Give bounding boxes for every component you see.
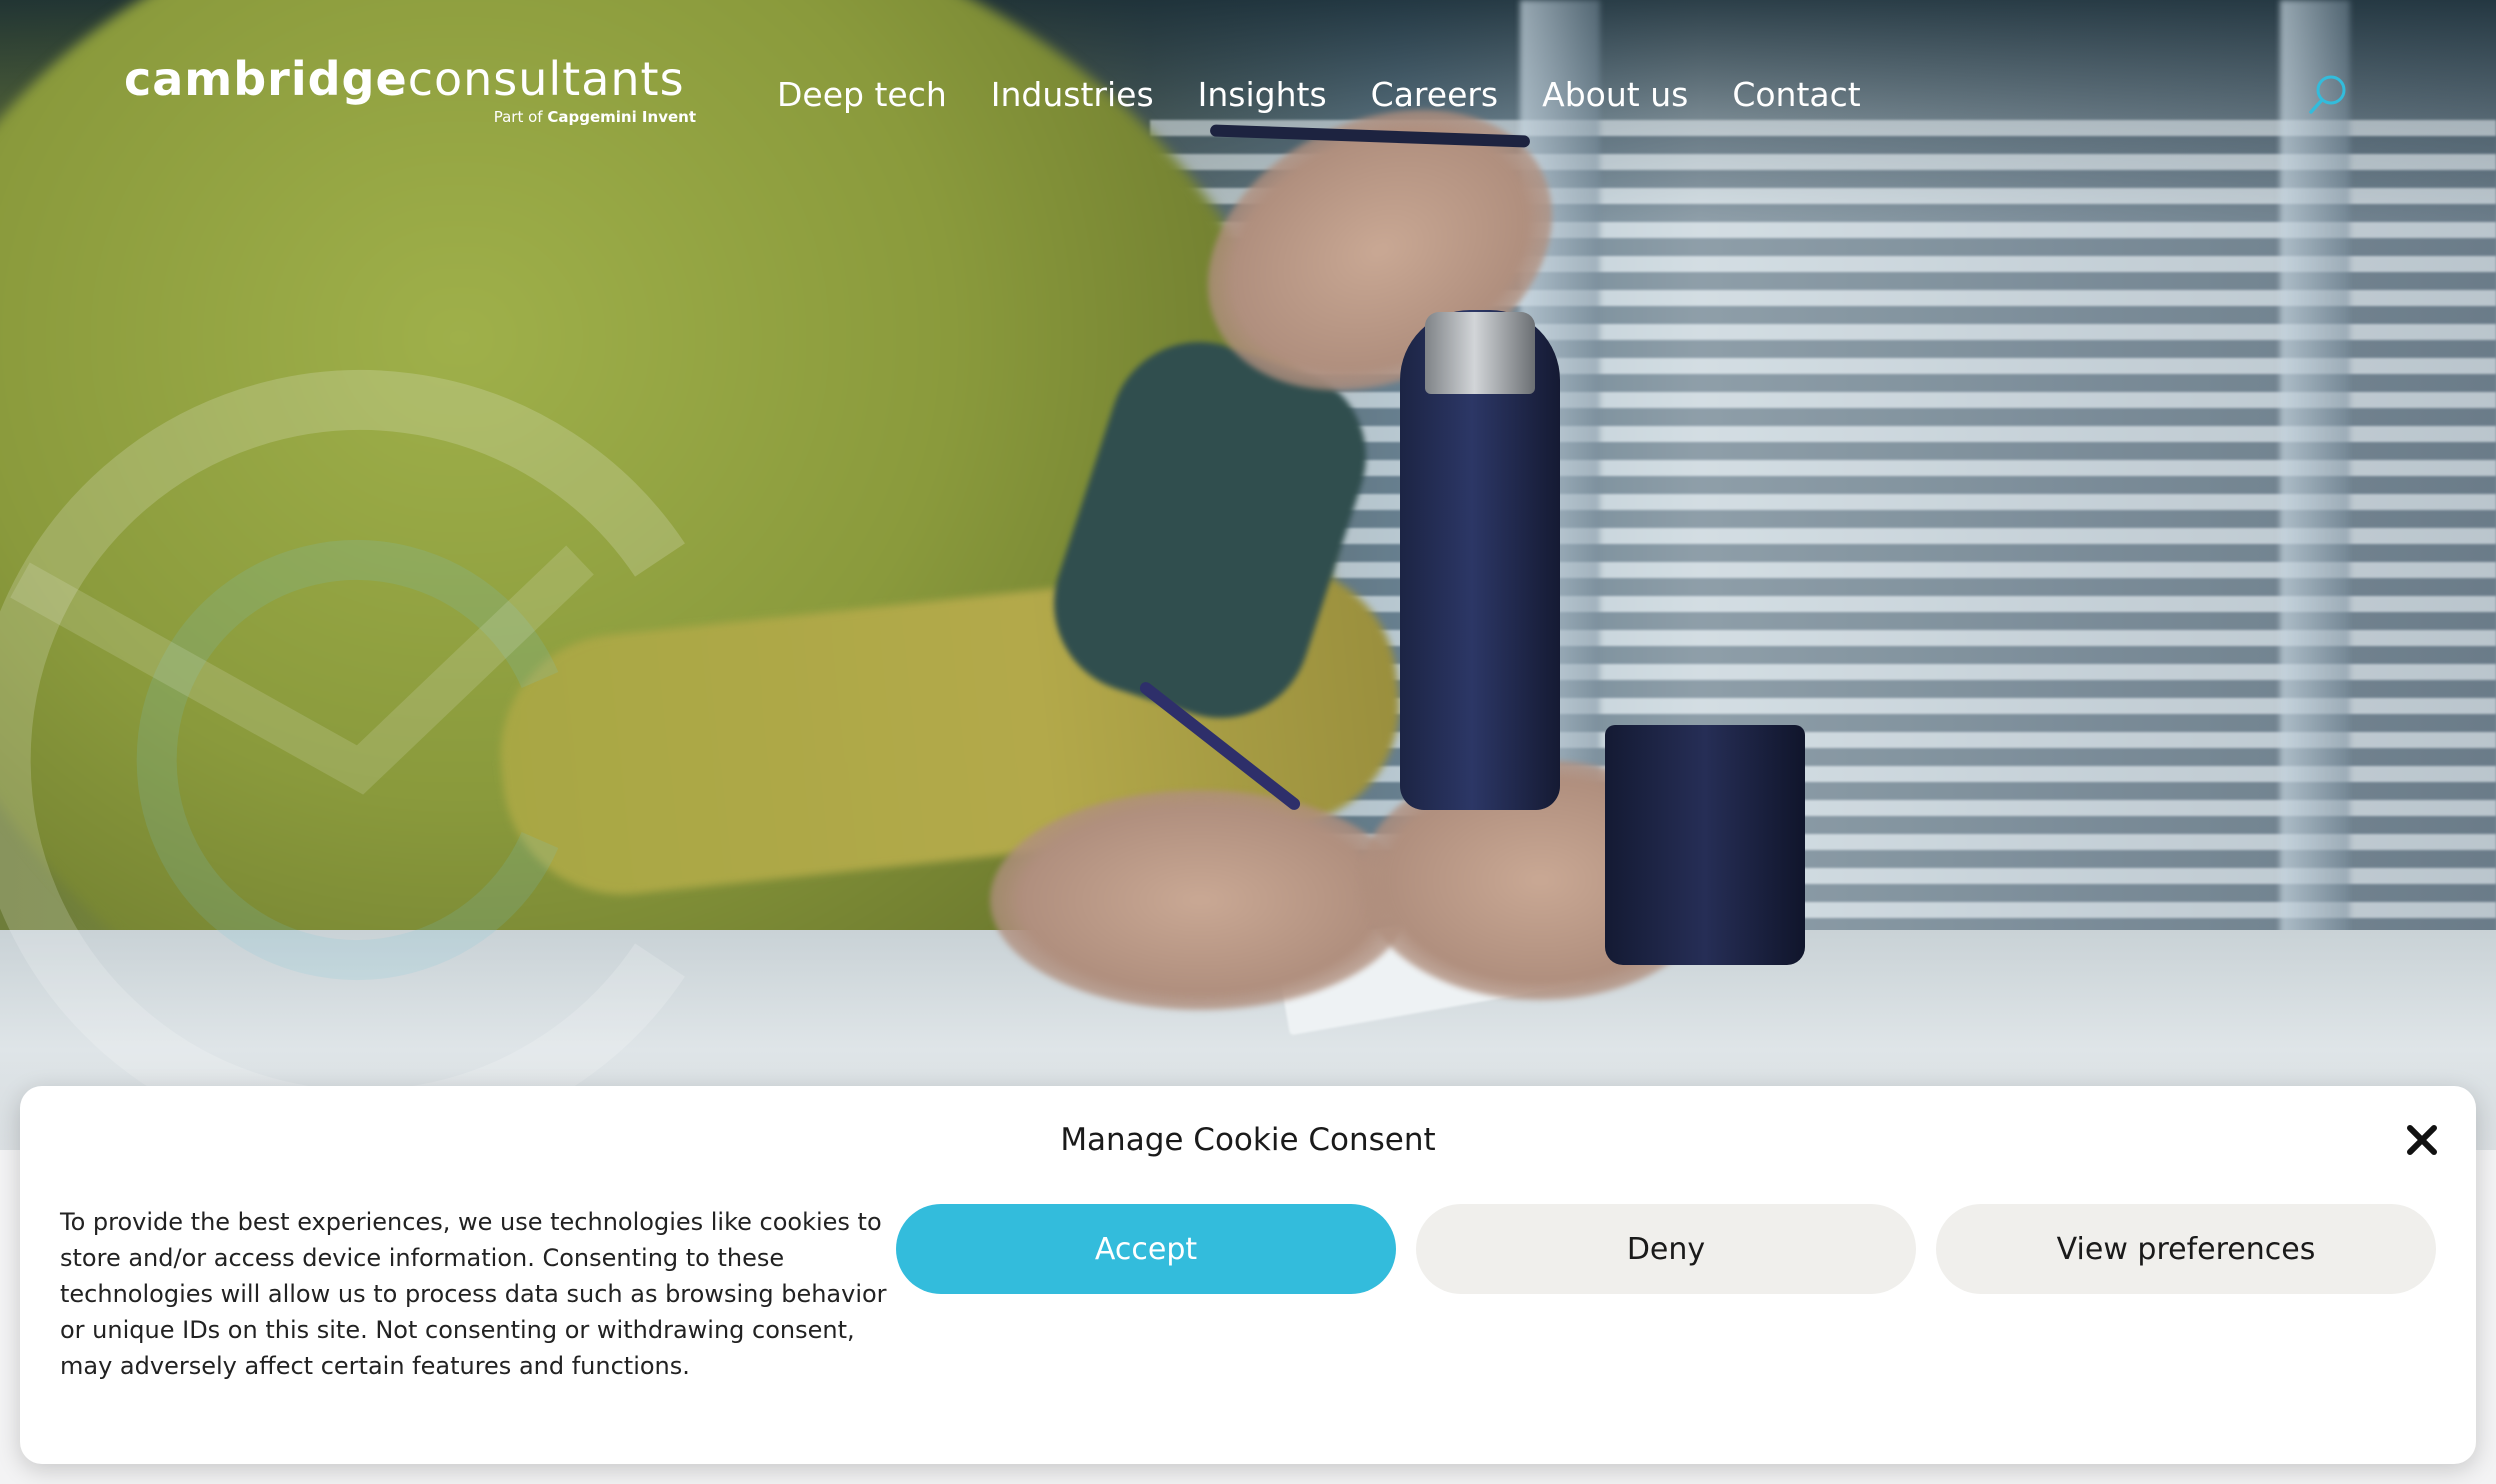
nav-item-industries[interactable]: Industries <box>991 75 1154 114</box>
deny-button[interactable]: Deny <box>1416 1204 1916 1294</box>
main-nav: Deep tech Industries Insights Careers Ab… <box>777 70 1861 118</box>
bottle-cap <box>1425 312 1535 394</box>
close-icon <box>2407 1125 2437 1155</box>
site-header: cambridgeconsultants Part of Capgemini I… <box>0 0 2496 180</box>
nav-item-about-us[interactable]: About us <box>1542 75 1688 114</box>
brand-logo[interactable]: cambridgeconsultants Part of Capgemini I… <box>124 50 704 130</box>
hand <box>990 790 1410 1010</box>
logo-subtitle: Part of Capgemini Invent <box>493 108 696 126</box>
logo-wordmark: cambridgeconsultants <box>124 52 685 106</box>
nav-item-careers[interactable]: Careers <box>1371 75 1498 114</box>
search-button[interactable] <box>2306 72 2350 116</box>
mug <box>1605 725 1805 965</box>
cookie-consent-dialog: Manage Cookie Consent To provide the bes… <box>20 1086 2476 1464</box>
nav-item-deep-tech[interactable]: Deep tech <box>777 75 947 114</box>
nav-item-contact[interactable]: Contact <box>1732 75 1860 114</box>
accept-button[interactable]: Accept <box>896 1204 1396 1294</box>
close-button[interactable] <box>2400 1118 2444 1162</box>
view-preferences-button[interactable]: View preferences <box>1936 1204 2436 1294</box>
cookie-dialog-title: Manage Cookie Consent <box>1060 1122 1436 1158</box>
brand-watermark <box>0 370 685 1150</box>
cookie-description: To provide the best experiences, we use … <box>60 1208 887 1380</box>
search-icon <box>2309 75 2346 114</box>
page: cambridgeconsultants Part of Capgemini I… <box>0 0 2496 1484</box>
nav-item-insights[interactable]: Insights <box>1198 75 1327 114</box>
